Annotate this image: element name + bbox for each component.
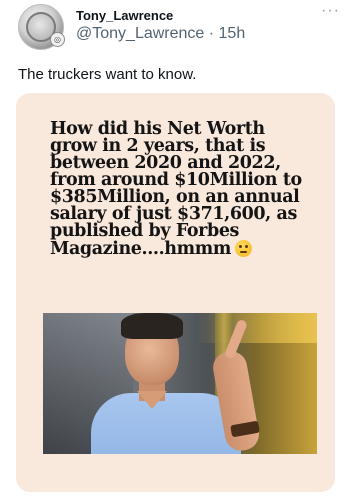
headline-last-line: Magazine....hmmm <box>50 240 315 258</box>
meme-headline: How did his Net Worth grow in 2 years, t… <box>50 120 315 258</box>
photo-hair <box>121 313 183 339</box>
author-name[interactable]: Tony_Lawrence <box>76 8 173 23</box>
headline-line: Magazine....hmmm <box>50 239 231 259</box>
headline-line: published by Forbes <box>50 221 240 241</box>
attached-image[interactable]: How did his Net Worth grow in 2 years, t… <box>16 93 335 492</box>
thinking-face-icon <box>234 240 252 257</box>
author-handle-time[interactable]: @Tony_Lawrence · 15h <box>76 25 245 43</box>
photo-man-pointing <box>43 313 317 454</box>
tweet: ◎ Tony_Lawrence @Tony_Lawrence · 15h ···… <box>0 0 352 500</box>
avatar-badge-icon: ◎ <box>50 32 65 47</box>
more-options-icon[interactable]: ··· <box>321 2 340 20</box>
tweet-text: The truckers want to know. <box>18 66 197 83</box>
